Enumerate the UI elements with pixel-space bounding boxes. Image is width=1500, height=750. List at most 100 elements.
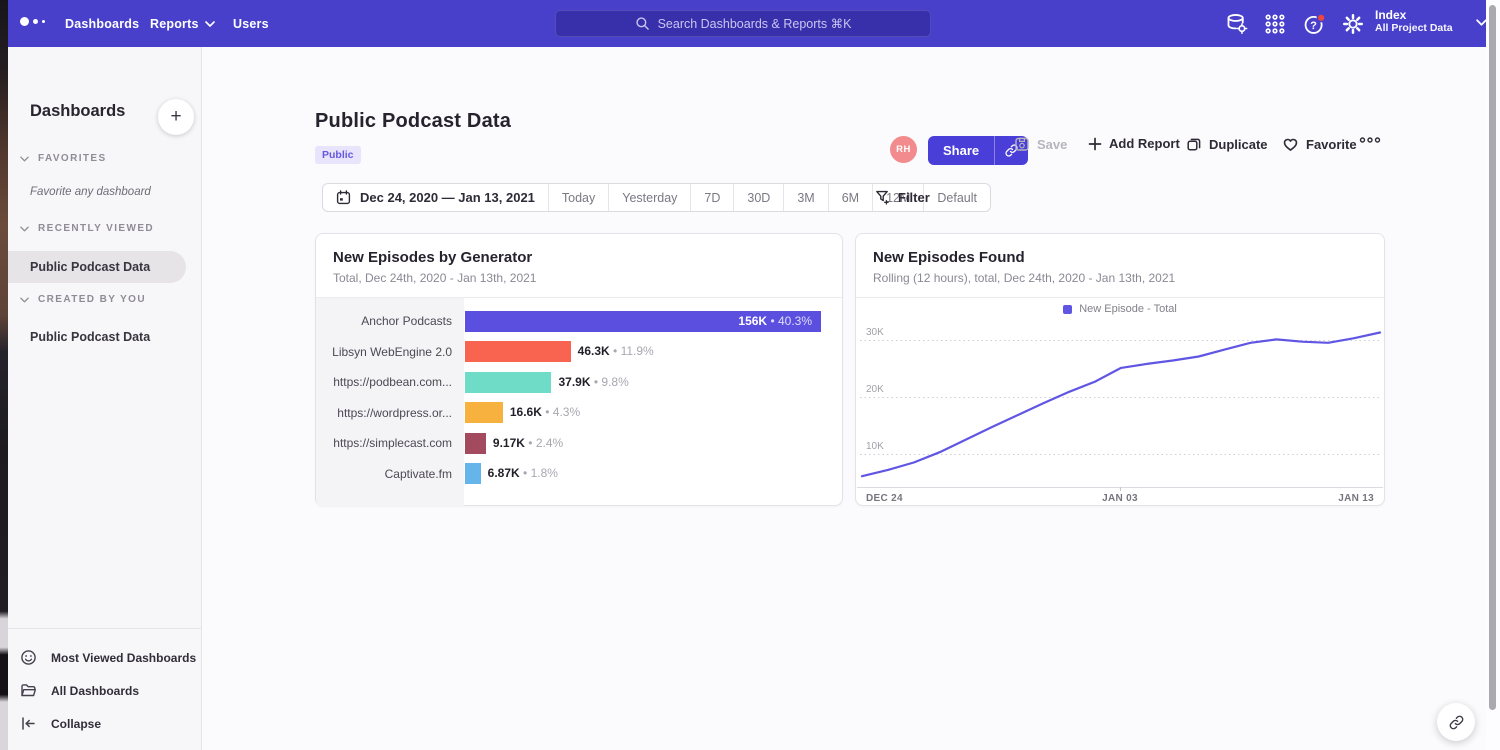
new-dashboard-button[interactable]: + [158, 99, 194, 135]
card-header[interactable]: New Episodes Found Rolling (12 hours), t… [856, 234, 1384, 298]
nav-users-label: Users [233, 17, 269, 31]
data-catalog-icon[interactable] [1226, 13, 1248, 35]
preset-yesterday[interactable]: Yesterday [608, 184, 690, 211]
chevron-down-icon [20, 156, 29, 162]
section-created-by-you: CREATED BY YOU Public Podcast Data [8, 294, 202, 353]
y-tick-label: 20K [866, 384, 884, 395]
card-new-episodes-by-generator: New Episodes by Generator Total, Dec 24t… [315, 233, 843, 506]
bar[interactable] [465, 433, 486, 454]
more-options-button[interactable] [1359, 136, 1381, 144]
recently-viewed-section-header[interactable]: RECENTLY VIEWED [8, 223, 202, 234]
footer-item-label: Most Viewed Dashboards [51, 651, 196, 665]
bar-track: 37.9K • 9.8% [464, 372, 820, 393]
bar-track: 156K • 40.3% [464, 311, 820, 332]
nav-item-dashboards[interactable]: Dashboards [65, 0, 139, 47]
link-icon [1448, 714, 1465, 731]
bar-row[interactable]: Captivate.fm6.87K • 1.8% [316, 459, 842, 490]
created-by-you-label: CREATED BY YOU [38, 294, 146, 305]
calendar-icon [336, 190, 351, 205]
bar[interactable] [465, 402, 503, 423]
favorite-button[interactable]: Favorite [1282, 136, 1357, 152]
preset-default[interactable]: Default [923, 184, 990, 211]
search-input[interactable]: Search Dashboards & Reports ⌘K [555, 10, 931, 37]
bar-row[interactable]: Libsyn WebEngine 2.046.3K • 11.9% [316, 337, 842, 368]
add-report-label: Add Report [1109, 136, 1180, 151]
project-picker[interactable]: Index All Project Data [1375, 8, 1479, 40]
preset-3m[interactable]: 3M [783, 184, 827, 211]
ellipsis-icon [1359, 136, 1381, 144]
nav-item-users[interactable]: Users [233, 0, 269, 47]
sidebar-item-public-podcast-data-2[interactable]: Public Podcast Data [8, 321, 202, 353]
legend-swatch [1063, 305, 1072, 314]
section-recently-viewed: RECENTLY VIEWED Public Podcast Data [8, 223, 202, 283]
avatar-initials: RH [896, 144, 911, 155]
chevron-down-icon [20, 226, 29, 232]
created-by-you-section-header[interactable]: CREATED BY YOU [8, 294, 202, 305]
collapse-sidebar-button[interactable]: Collapse [8, 707, 201, 740]
project-scope: All Project Data [1375, 22, 1479, 35]
bar[interactable] [465, 463, 481, 484]
save-button[interactable]: Save [1014, 136, 1067, 152]
card-header[interactable]: New Episodes by Generator Total, Dec 24t… [316, 234, 842, 298]
app-logo-icon[interactable] [20, 17, 45, 26]
preset-today[interactable]: Today [548, 184, 608, 211]
bar-row[interactable]: https://wordpress.or...16.6K • 4.3% [316, 398, 842, 429]
x-axis: DEC 24 JAN 03 JAN 13 [857, 487, 1383, 508]
project-name: Index [1375, 8, 1479, 22]
preset-6m[interactable]: 6M [828, 184, 872, 211]
bar-row[interactable]: Anchor Podcasts156K • 40.3% [316, 306, 842, 337]
share-label: Share [928, 136, 994, 165]
bar-value: 9.17K • 2.4% [493, 436, 563, 450]
sidebar: Dashboards + FAVORITES Favorite any dash… [8, 47, 202, 750]
app-window: Dashboards Reports Users Search Dashboar… [0, 0, 1500, 750]
duplicate-button[interactable]: Duplicate [1186, 136, 1268, 152]
bar-track: 16.6K • 4.3% [464, 402, 820, 423]
favorites-empty-text: Favorite any dashboard [8, 186, 202, 198]
all-dashboards-button[interactable]: All Dashboards [8, 674, 201, 707]
bar-row[interactable]: https://simplecast.com9.17K • 2.4% [316, 428, 842, 459]
sidebar-item-public-podcast-data[interactable]: Public Podcast Data [8, 251, 186, 283]
plus-icon: + [170, 106, 181, 128]
recently-viewed-label: RECENTLY VIEWED [38, 223, 154, 234]
most-viewed-dashboards-button[interactable]: Most Viewed Dashboards [8, 641, 201, 674]
card-new-episodes-found: New Episodes Found Rolling (12 hours), t… [855, 233, 1385, 506]
chevron-down-icon [205, 21, 215, 27]
favorites-label: FAVORITES [38, 153, 107, 164]
svg-text:?: ? [1310, 20, 1317, 32]
date-range-picker[interactable]: Dec 24, 2020 — Jan 13, 2021 [323, 184, 548, 211]
help-icon[interactable]: ? [1303, 13, 1325, 35]
bar[interactable] [465, 341, 571, 362]
nav-reports-label: Reports [150, 17, 199, 31]
card-title: New Episodes Found [873, 249, 1367, 266]
sidebar-footer: Most Viewed Dashboards All Dashboards Co… [8, 628, 201, 750]
add-report-button[interactable]: Add Report [1088, 136, 1180, 151]
background-window-edge [0, 0, 8, 750]
copy-link-floating-button[interactable] [1437, 703, 1475, 741]
bar-value: 16.6K • 4.3% [510, 405, 580, 419]
preset-7d[interactable]: 7D [690, 184, 733, 211]
preset-30d[interactable]: 30D [733, 184, 783, 211]
bar-value: 37.9K • 9.8% [558, 375, 628, 389]
apps-grid-icon[interactable] [1264, 13, 1286, 35]
sidebar-item-label: Public Podcast Data [30, 330, 150, 344]
save-label: Save [1037, 137, 1067, 152]
card-title: New Episodes by Generator [333, 249, 825, 266]
sidebar-title: Dashboards [30, 102, 125, 121]
bar-chart: Anchor Podcasts156K • 40.3%Libsyn WebEng… [316, 298, 842, 507]
smiley-icon [20, 649, 37, 666]
bar[interactable]: 156K • 40.3% [465, 311, 821, 332]
nav-item-reports[interactable]: Reports [150, 0, 215, 47]
date-range-label: Dec 24, 2020 — Jan 13, 2021 [360, 190, 535, 205]
bar[interactable] [465, 372, 551, 393]
bar-row[interactable]: https://podbean.com...37.9K • 9.8% [316, 367, 842, 398]
folder-icon [20, 682, 37, 699]
filter-button[interactable]: Filter [875, 183, 930, 212]
avatar[interactable]: RH [890, 136, 917, 163]
favorites-section-header[interactable]: FAVORITES [8, 153, 202, 164]
settings-gear-icon[interactable] [1342, 13, 1364, 35]
scrollbar-thumb[interactable] [1489, 5, 1496, 710]
filter-funnel-icon [875, 190, 890, 205]
bar-category-label: Anchor Podcasts [316, 314, 464, 328]
sidebar-item-label: Public Podcast Data [30, 260, 150, 274]
x-tick-label: JAN 13 [1338, 493, 1374, 504]
